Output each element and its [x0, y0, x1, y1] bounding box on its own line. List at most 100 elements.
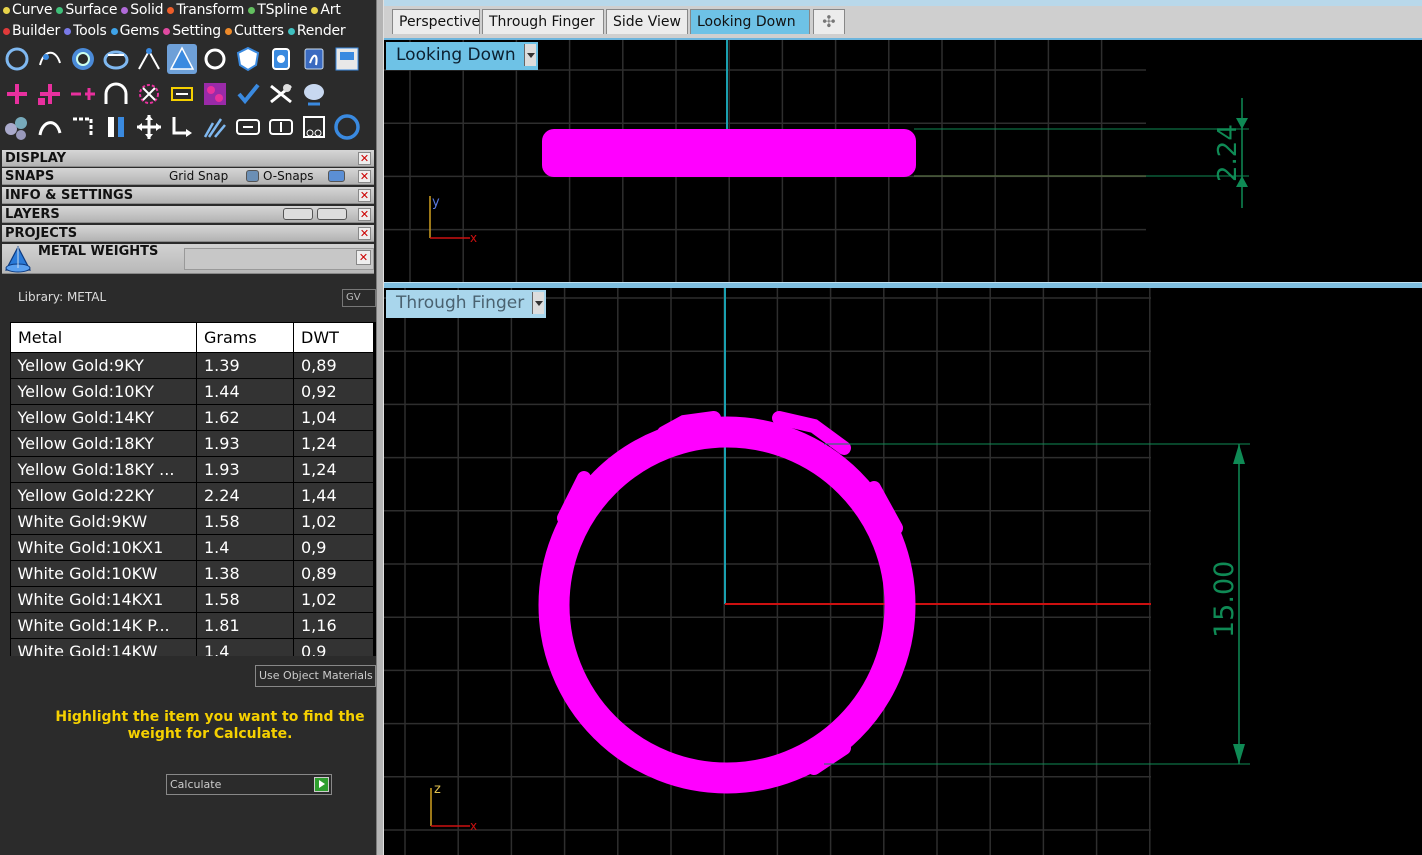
scissors-icon[interactable]	[299, 112, 329, 142]
move-icon[interactable]	[134, 112, 164, 142]
scatter-icon[interactable]	[200, 112, 230, 142]
offset-curve-icon[interactable]	[68, 112, 98, 142]
column-header-dwt[interactable]: DWT	[293, 322, 374, 353]
tab-looking-down[interactable]: Looking Down	[690, 9, 810, 34]
menu-builder[interactable]: Builder	[3, 23, 60, 39]
table-row[interactable]: Yellow Gold:22KY 2.24 1,44	[10, 482, 374, 509]
table-row[interactable]: Yellow Gold:10KY 1.44 0,92	[10, 378, 374, 405]
flower-icon[interactable]	[134, 79, 164, 109]
through-finger-canvas[interactable]: 15.00 z x	[384, 288, 1422, 855]
close-icon[interactable]: ✕	[358, 189, 371, 202]
ring-wizard-icon[interactable]	[167, 44, 197, 74]
grid-snap-toggle-icon[interactable]	[246, 170, 259, 182]
table-row[interactable]: White Gold:14K P... 1.81 1,16	[10, 612, 374, 639]
close-icon[interactable]: ✕	[358, 208, 371, 221]
table-row[interactable]: Yellow Gold:18KY 1.93 1,24	[10, 430, 374, 457]
split-icon[interactable]	[101, 112, 131, 142]
looking-down-canvas[interactable]: 2.24 y x	[384, 40, 1422, 282]
display-panel-header[interactable]: DISPLAY ✕	[2, 150, 374, 167]
arch-icon[interactable]	[101, 79, 131, 109]
close-icon[interactable]: ✕	[356, 250, 371, 265]
chevron-down-icon[interactable]	[532, 292, 545, 314]
tab-through-finger[interactable]: Through Finger	[482, 9, 604, 34]
menu-setting[interactable]: Setting	[163, 23, 221, 39]
osnaps-toggle-icon[interactable]	[328, 170, 345, 182]
osnaps-label[interactable]: O-Snaps	[263, 168, 314, 185]
menu-bullet-icon	[248, 6, 256, 14]
cage-edit-icon[interactable]	[134, 44, 164, 74]
table-row[interactable]: White Gold:14KX1 1.58 1,02	[10, 586, 374, 613]
ring-outline-icon[interactable]	[332, 112, 362, 142]
layout-icon[interactable]	[332, 44, 362, 74]
snaps-panel-header[interactable]: SNAPS Grid Snap O-Snaps ✕	[2, 168, 374, 185]
column-header-grams[interactable]: Grams	[196, 322, 294, 353]
ring-profile-icon[interactable]	[68, 44, 98, 74]
menu-label: TSpline	[257, 2, 308, 18]
tab-perspective[interactable]: Perspective	[392, 9, 480, 34]
cylinder-gem-icon[interactable]	[266, 44, 296, 74]
menu-tspline[interactable]: TSpline	[248, 2, 308, 18]
table-row[interactable]: White Gold:14KW 1.4 0,9	[10, 638, 374, 656]
use-object-materials-button[interactable]: Use Object Materials	[255, 665, 376, 687]
crosshair-icon[interactable]	[2, 79, 32, 109]
grams-cell: 1.4	[196, 638, 294, 656]
layer-lock-icon[interactable]	[283, 208, 313, 220]
soft-brush-icon[interactable]	[299, 79, 329, 109]
menu-surface[interactable]: Surface	[56, 2, 117, 18]
text-icon[interactable]	[167, 79, 197, 109]
table-row[interactable]: Yellow Gold:14KY 1.62 1,04	[10, 404, 374, 431]
table-row[interactable]: White Gold:9KW 1.58 1,02	[10, 508, 374, 535]
info-settings-panel-header[interactable]: INFO & SETTINGS ✕	[2, 187, 374, 204]
insert-knot-icon[interactable]	[68, 79, 98, 109]
bezel-icon[interactable]	[200, 44, 230, 74]
check-icon[interactable]	[233, 79, 263, 109]
gv-button[interactable]: GV	[342, 289, 376, 307]
grid-snap-label[interactable]: Grid Snap	[169, 168, 228, 185]
menu-tools[interactable]: Tools	[64, 23, 107, 39]
chevron-down-icon[interactable]	[523, 44, 536, 66]
menu-cutters[interactable]: Cutters	[224, 23, 284, 39]
menu-bullet-icon	[167, 6, 175, 14]
table-row[interactable]: White Gold:10KX1 1.4 0,9	[10, 534, 374, 561]
column-header-metal[interactable]: Metal	[10, 322, 197, 353]
close-icon[interactable]: ✕	[358, 227, 371, 240]
menu-art[interactable]: Art	[311, 2, 341, 18]
layers-panel-header[interactable]: LAYERS ✕	[2, 206, 374, 223]
viewport-label-through-finger[interactable]: Through Finger	[386, 290, 547, 318]
curve-network-icon[interactable]	[35, 44, 65, 74]
menu-solid[interactable]: Solid	[121, 2, 164, 18]
menu-curve[interactable]: Curve	[3, 2, 53, 18]
eye-icon[interactable]	[317, 208, 347, 220]
menu-gems[interactable]: Gems	[110, 23, 159, 39]
menu-transform[interactable]: Transform	[167, 2, 244, 18]
table-row[interactable]: White Gold:10KW 1.38 0,89	[10, 560, 374, 587]
play-icon[interactable]	[314, 777, 329, 792]
revolve-icon[interactable]	[101, 44, 131, 74]
viewport-looking-down[interactable]: 2.24 y x Looking Down	[384, 40, 1422, 282]
drop-icon[interactable]	[167, 112, 197, 142]
unlink-icon[interactable]	[266, 112, 296, 142]
shield-icon[interactable]	[233, 44, 263, 74]
close-icon[interactable]: ✕	[358, 170, 371, 183]
viewport-through-finger[interactable]: 15.00 z x Through Finger	[384, 288, 1422, 855]
tab-side-view[interactable]: Side View	[606, 9, 688, 34]
projects-panel-header[interactable]: PROJECTS ✕	[2, 225, 374, 242]
close-icon[interactable]: ✕	[358, 152, 371, 165]
circle-tool-icon[interactable]	[2, 44, 32, 74]
gem-cluster-icon[interactable]	[266, 79, 296, 109]
table-row[interactable]: Yellow Gold:9KY 1.39 0,89	[10, 352, 374, 379]
script-icon[interactable]	[299, 44, 329, 74]
table-row[interactable]: Yellow Gold:18KY ... 1.93 1,24	[10, 456, 374, 483]
menu-render[interactable]: Render	[287, 23, 346, 39]
gem-pavé-icon[interactable]	[2, 112, 32, 142]
grams-cell: 1.44	[196, 378, 294, 405]
calculate-button[interactable]: Calculate	[166, 774, 332, 795]
link-icon[interactable]	[233, 112, 263, 142]
rail-curve-icon[interactable]	[35, 112, 65, 142]
add-point-icon[interactable]	[35, 79, 65, 109]
panel-splitter[interactable]	[376, 0, 384, 855]
add-tab-icon[interactable]: ✣	[813, 9, 845, 34]
viewport-label-looking-down[interactable]: Looking Down	[386, 42, 538, 70]
cube-pattern-icon[interactable]	[200, 79, 230, 109]
metal-cell: Yellow Gold:18KY	[10, 430, 197, 457]
